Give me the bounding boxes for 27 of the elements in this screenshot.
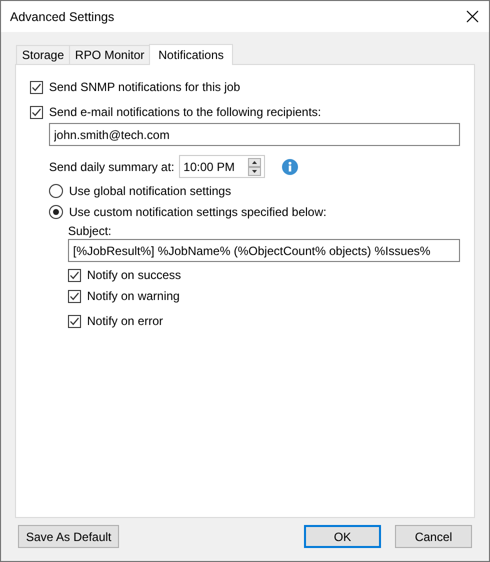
checkbox[interactable] xyxy=(30,80,43,94)
tab[interactable]: Storage xyxy=(16,45,70,64)
save-as-default-button[interactable]: Save As Default xyxy=(18,525,120,548)
checkbox[interactable] xyxy=(68,314,81,328)
subject-label: Subject: xyxy=(68,224,112,238)
dialog-button[interactable]: Cancel xyxy=(395,525,472,548)
daily-summary-label: Send daily summary at: xyxy=(49,160,174,174)
checkbox-label: Send e-mail notifications to the following recipients: xyxy=(49,105,322,119)
checkbox[interactable] xyxy=(30,106,43,118)
radio-label: Use custom notification settings specified below: xyxy=(69,204,326,218)
checkbox-label: Notify on error xyxy=(87,314,164,328)
checkbox[interactable] xyxy=(68,268,81,282)
tab[interactable]: Notifications xyxy=(149,44,233,65)
radio-label: Use global notification settings xyxy=(69,184,232,198)
checkbox[interactable] xyxy=(68,290,81,302)
radio-button[interactable] xyxy=(49,204,63,218)
subject-field[interactable]: [%JobResult%] %JobName% (%ObjectCount% objects) %Issues% xyxy=(68,239,460,262)
time-field[interactable]: 10:00 PM xyxy=(179,155,266,178)
window-title: Advanced Settings xyxy=(10,10,116,24)
info-icon[interactable] xyxy=(282,158,298,174)
dialog-button[interactable]: OK xyxy=(304,525,381,548)
recipients-field[interactable]: john.smith@tech.com xyxy=(49,123,460,146)
checkbox-label: Notify on warning xyxy=(87,289,180,303)
radio-button[interactable] xyxy=(49,184,63,198)
checkbox-label: Notify on success xyxy=(87,268,182,282)
close-icon[interactable] xyxy=(466,10,479,23)
checkbox-label: Send SNMP notifications for this job xyxy=(49,80,240,94)
